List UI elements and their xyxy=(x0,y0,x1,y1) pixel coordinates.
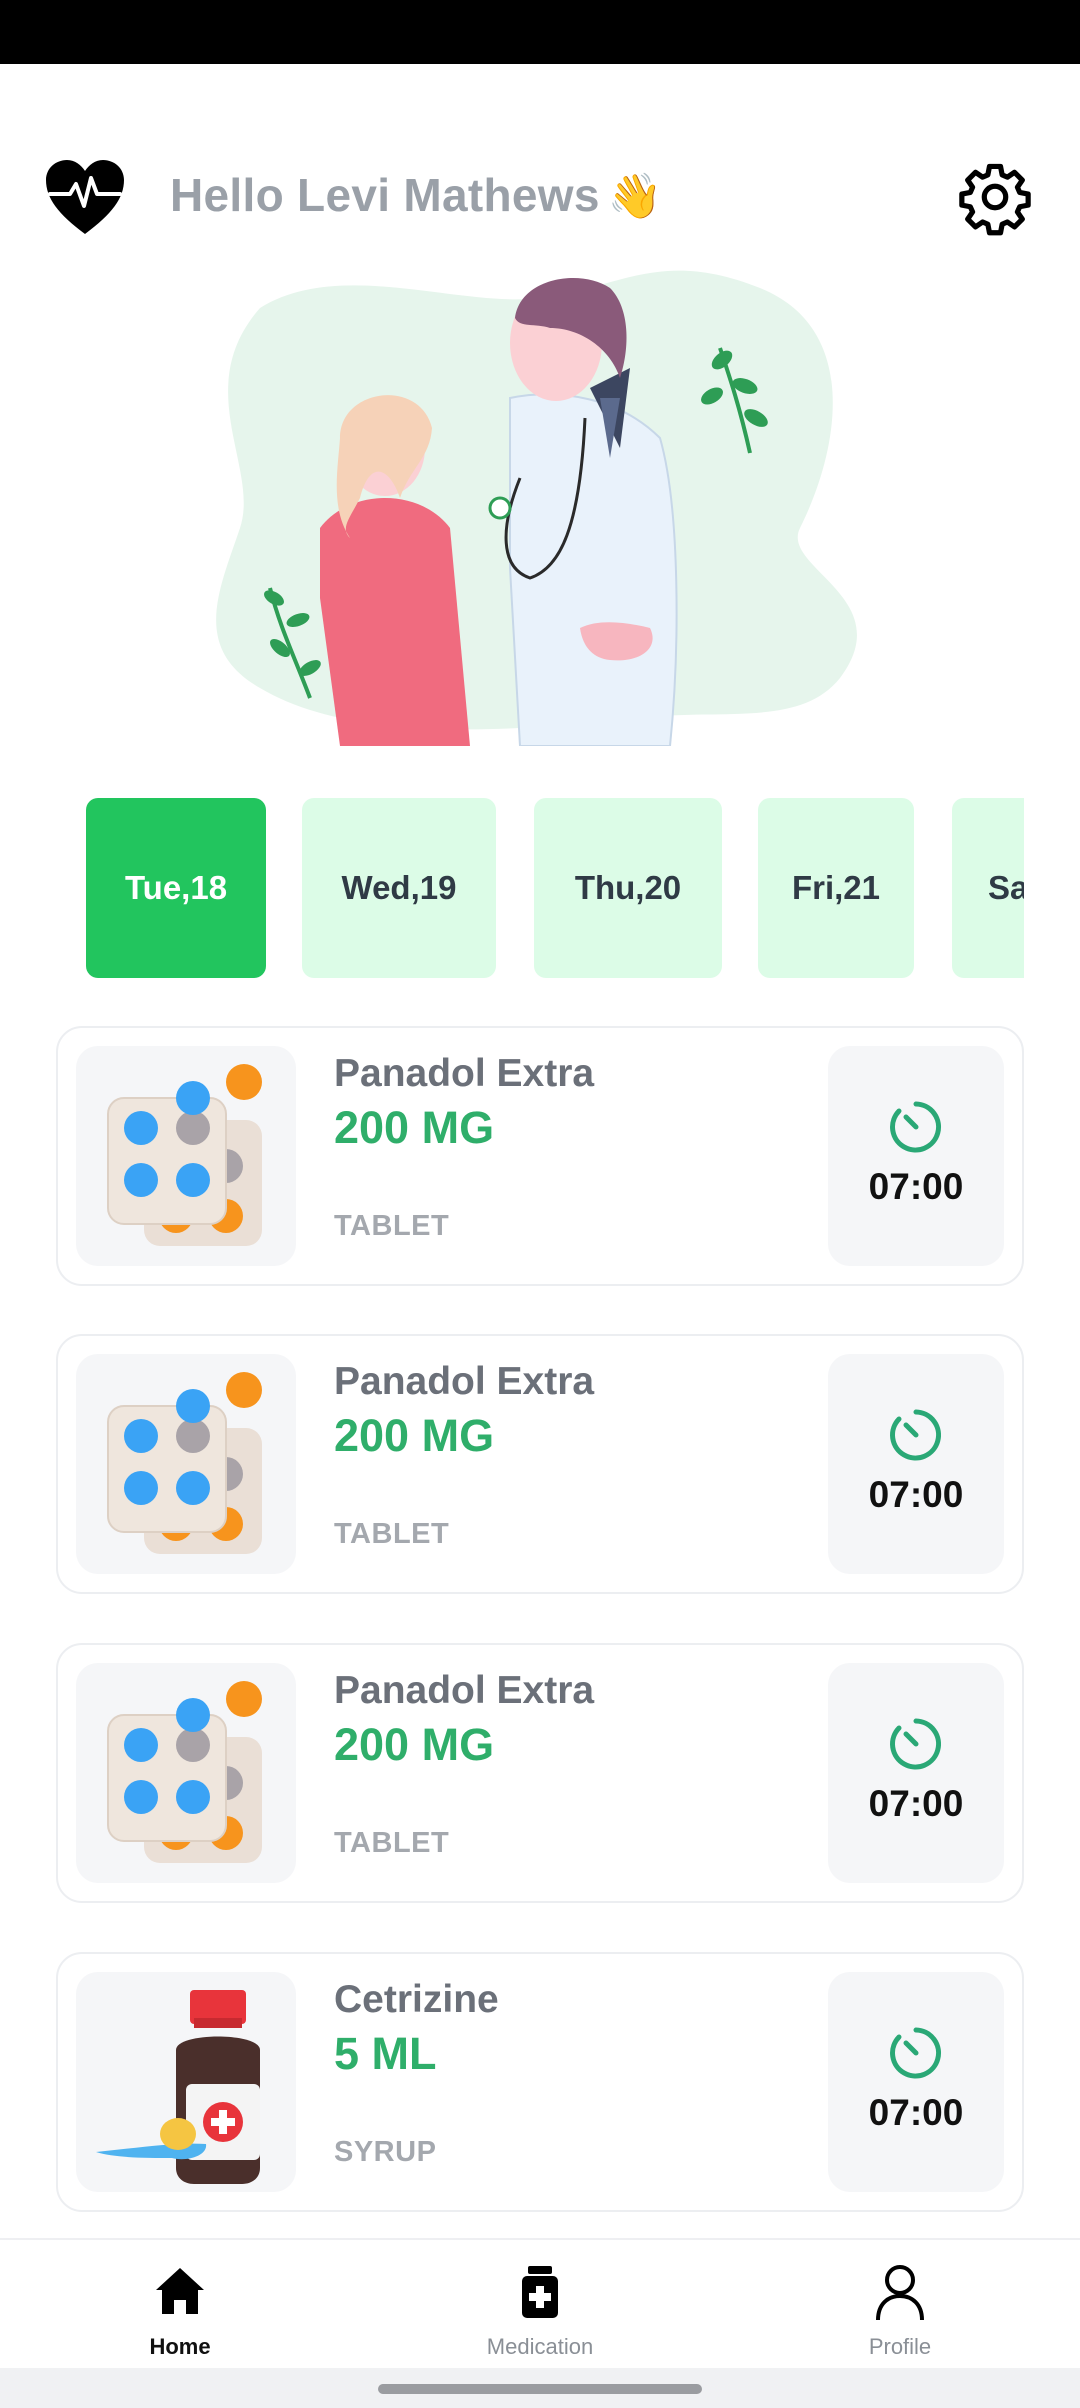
nav-label: Medication xyxy=(486,2334,594,2359)
date-chip[interactable]: Fri,21 xyxy=(758,798,914,978)
timer-icon xyxy=(890,1101,942,1153)
nav-label: Profile xyxy=(868,2334,932,2359)
date-chip[interactable]: Thu,20 xyxy=(534,798,722,978)
home-icon xyxy=(156,2268,204,2314)
time-text: 07:00 xyxy=(868,1783,964,1824)
header: Hello Levi Mathews 👋 xyxy=(0,150,1080,250)
medicine-bottle-icon xyxy=(522,2266,558,2318)
status-bar xyxy=(0,0,1080,64)
timer-icon xyxy=(890,1718,942,1770)
date-chip[interactable]: Tue,18 xyxy=(86,798,266,978)
medication-type: TABLET xyxy=(334,1827,450,1859)
tablet-blister-image xyxy=(76,1046,296,1266)
nav-medication[interactable]: Medication xyxy=(360,2240,720,2370)
time-text: 07:00 xyxy=(868,2092,964,2133)
bottom-navigation: Home Medication Profile xyxy=(0,2238,1080,2368)
date-chip[interactable]: Wed,19 xyxy=(302,798,496,978)
medication-dose: 5 ML xyxy=(334,2028,437,2079)
medication-dose: 200 MG xyxy=(334,1410,495,1461)
medication-name: Panadol Extra xyxy=(334,1052,595,1095)
wave-emoji: 👋 xyxy=(607,171,663,222)
medication-dose: 200 MG xyxy=(334,1719,495,1770)
medication-type: TABLET xyxy=(334,1518,450,1550)
medication-name: Cetrizine xyxy=(334,1978,499,2021)
gear-icon[interactable] xyxy=(956,158,1034,236)
reminder-time: 07:00 xyxy=(828,1972,1004,2192)
heartbeat-icon xyxy=(46,160,124,234)
time-text: 07:00 xyxy=(868,1166,964,1207)
medication-type: TABLET xyxy=(334,1210,450,1242)
timer-icon xyxy=(890,1409,942,1461)
medication-type: SYRUP xyxy=(334,2136,437,2168)
tablet-blister-image xyxy=(76,1663,296,1883)
reminder-time: 07:00 xyxy=(828,1354,1004,1574)
nav-label: Home xyxy=(149,2334,211,2359)
nav-profile[interactable]: Profile xyxy=(720,2240,1080,2370)
person-icon xyxy=(876,2265,924,2321)
medication-dose: 200 MG xyxy=(334,1102,495,1153)
medication-card[interactable]: Panadol Extra 200 MG TABLET 07:00 xyxy=(56,1334,1024,1594)
medication-card[interactable]: Panadol Extra 200 MG TABLET 07:00 xyxy=(56,1026,1024,1286)
medication-name: Panadol Extra xyxy=(334,1360,595,1403)
time-text: 07:00 xyxy=(868,1474,964,1515)
medication-card[interactable]: Panadol Extra 200 MG TABLET 07:00 xyxy=(56,1643,1024,1903)
greeting-text: Hello Levi Mathews 👋 xyxy=(170,169,663,222)
medication-card[interactable]: Cetrizine 5 ML SYRUP 07:00 xyxy=(56,1952,1024,2212)
home-gesture-bar[interactable] xyxy=(378,2384,702,2394)
nav-home[interactable]: Home xyxy=(0,2240,360,2370)
date-chip[interactable]: Sat,22 xyxy=(952,798,1024,978)
reminder-time: 07:00 xyxy=(828,1663,1004,1883)
doctor-patient-illustration xyxy=(216,270,857,746)
timer-icon xyxy=(890,2027,942,2079)
date-selector: Tue,18 Wed,19 Thu,20 Fri,21 Sat,22 xyxy=(86,798,1024,978)
tablet-blister-image xyxy=(76,1354,296,1574)
syrup-bottle-image xyxy=(76,1972,296,2192)
gesture-area xyxy=(0,2368,1080,2408)
medication-name: Panadol Extra xyxy=(334,1669,595,1712)
reminder-time: 07:00 xyxy=(828,1046,1004,1266)
